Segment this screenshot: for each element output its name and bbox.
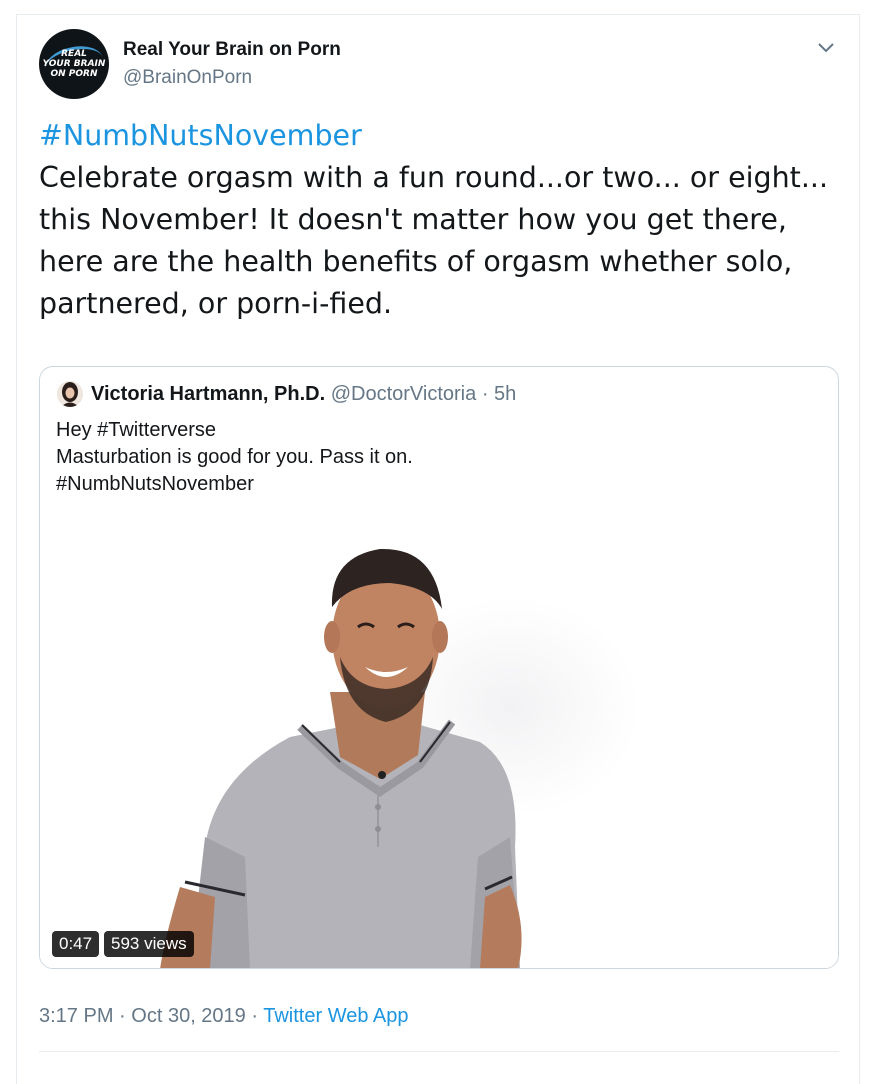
tweet-text: #NumbNutsNovember Celebrate orgasm with …: [39, 115, 839, 325]
tweet-date[interactable]: Oct 30, 2019: [131, 1005, 246, 1027]
quoted-author-handle[interactable]: @DoctorVictoria: [331, 383, 477, 405]
video-thumbnail: [40, 517, 838, 968]
tweet-source-link[interactable]: Twitter Web App: [263, 1005, 408, 1027]
hashtag-link[interactable]: #NumbNutsNovember: [39, 115, 839, 157]
tweet-card: REAL YOUR BRAIN ON PORN Real Your Brain …: [16, 14, 860, 1084]
quoted-tweet[interactable]: Victoria Hartmann, Ph.D. @DoctorVictoria…: [39, 366, 839, 969]
quoted-tweet-text: Hey #Twitterverse Masturbation is good f…: [56, 417, 413, 498]
more-options-button[interactable]: [815, 37, 837, 59]
video-duration-badge: 0:47: [52, 931, 100, 957]
tweet-meta: 3:17 PM · Oct 30, 2019 · Twitter Web App: [39, 1005, 409, 1028]
separator-dot: ·: [251, 1005, 259, 1027]
quoted-text-line: #NumbNutsNovember: [56, 473, 254, 495]
person-avatar-icon: [57, 381, 83, 407]
tweet-text-line: this November! It doesn't matter how you…: [39, 203, 787, 236]
separator-dot: ·: [119, 1005, 126, 1027]
avatar-text-line: ON PORN: [50, 69, 98, 79]
quoted-author-avatar: [57, 381, 83, 407]
author-handle[interactable]: @BrainOnPorn: [123, 67, 252, 89]
chevron-down-icon: [818, 43, 834, 53]
quoted-text-line: Hey #Twitterverse: [56, 419, 217, 441]
tweet-time[interactable]: 3:17 PM: [39, 1005, 113, 1027]
avatar-text-line: REAL: [61, 49, 87, 59]
author-name[interactable]: Real Your Brain on Porn: [123, 39, 341, 61]
quoted-text-line: Masturbation is good for you. Pass it on…: [56, 446, 413, 468]
tweet-text-line: here are the health benefits of orgasm w…: [39, 245, 793, 278]
tweet-text-line: partnered, or porn-i-fied.: [39, 287, 393, 320]
divider: [39, 1051, 839, 1052]
avatar-text-line: YOUR BRAIN: [42, 59, 106, 69]
quoted-tweet-time[interactable]: 5h: [494, 383, 516, 405]
quoted-tweet-header: Victoria Hartmann, Ph.D. @DoctorVictoria…: [91, 383, 516, 406]
video-views-badge: 593 views: [104, 931, 194, 957]
author-avatar[interactable]: REAL YOUR BRAIN ON PORN: [39, 29, 109, 99]
separator-dot: ·: [481, 383, 489, 405]
quoted-author-name[interactable]: Victoria Hartmann, Ph.D.: [91, 383, 325, 405]
tweet-text-line: Celebrate orgasm with a fun round...or t…: [39, 161, 829, 194]
video-player[interactable]: 0:47 593 views: [40, 517, 838, 968]
